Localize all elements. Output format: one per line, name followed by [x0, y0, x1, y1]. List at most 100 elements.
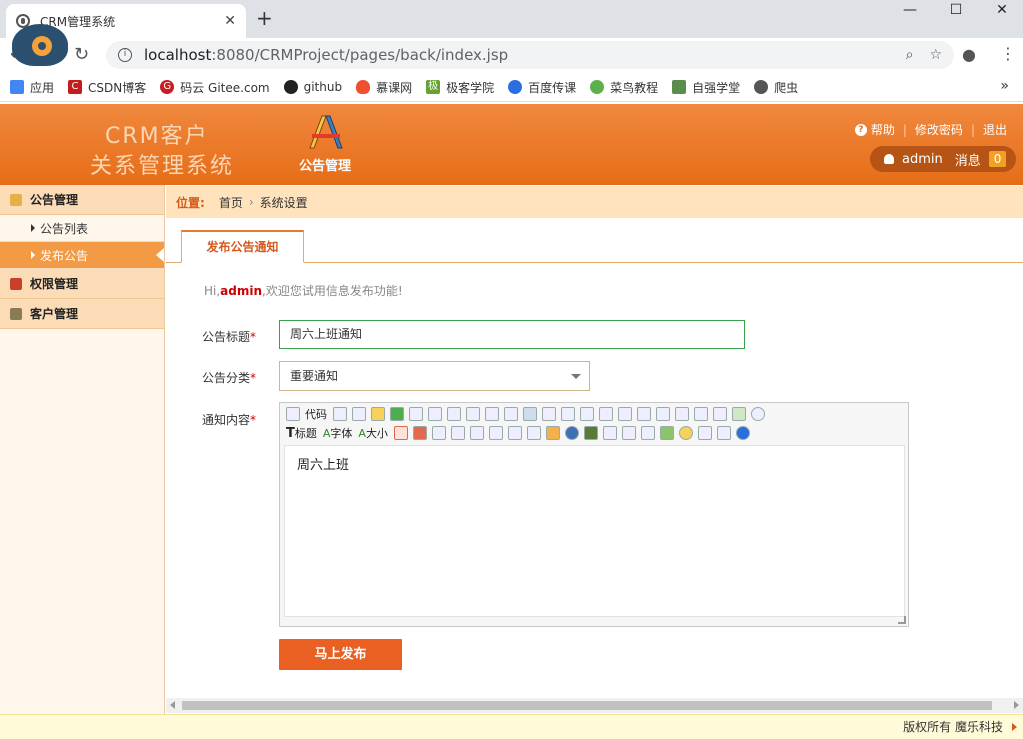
- bookmark-ziqiangxuetang[interactable]: 自强学堂: [672, 79, 740, 96]
- link-icon[interactable]: [697, 426, 712, 440]
- code-button[interactable]: 代码: [305, 406, 327, 422]
- cut-icon[interactable]: [428, 407, 442, 421]
- ordered-list-icon[interactable]: [599, 407, 613, 421]
- apps-icon: [10, 80, 24, 94]
- module-label[interactable]: 公告管理: [299, 155, 351, 174]
- align-left-icon[interactable]: [523, 407, 537, 421]
- superscript-icon[interactable]: [694, 407, 708, 421]
- messages-count-badge[interactable]: 0: [988, 151, 1007, 167]
- sidebar-group-permissions[interactable]: 权限管理: [0, 269, 164, 299]
- scroll-thumb[interactable]: [182, 701, 992, 710]
- outdent-icon[interactable]: [656, 407, 670, 421]
- category-value: 重要通知: [290, 369, 339, 383]
- change-password-link[interactable]: 修改密码: [915, 121, 963, 138]
- window-close-icon[interactable]: ✕: [979, 0, 1023, 24]
- subscript-icon[interactable]: [675, 407, 689, 421]
- indent-icon[interactable]: [637, 407, 651, 421]
- address-bar[interactable]: i localhost:8080/CRMProject/pages/back/i…: [106, 41, 954, 69]
- editor-content-area[interactable]: 周六上班: [284, 445, 905, 617]
- align-center-icon[interactable]: [542, 407, 556, 421]
- align-right-icon[interactable]: [561, 407, 575, 421]
- image-icon[interactable]: [545, 426, 560, 440]
- unlink-icon[interactable]: [716, 426, 731, 440]
- bookmark-apps[interactable]: 应用: [10, 79, 54, 96]
- paste-word-icon[interactable]: [504, 407, 518, 421]
- paste-icon[interactable]: [466, 407, 480, 421]
- scroll-right-icon[interactable]: [1014, 701, 1019, 709]
- username[interactable]: admin: [902, 152, 943, 167]
- italic-icon[interactable]: [450, 426, 465, 440]
- publish-button[interactable]: 马上发布: [279, 639, 402, 670]
- template-icon[interactable]: [352, 407, 366, 421]
- bookmark-gitee[interactable]: G 码云 Gitee.com: [160, 79, 270, 96]
- title-input[interactable]: 周六上班通知: [279, 320, 745, 349]
- redo-icon[interactable]: [390, 407, 404, 421]
- eraser-icon[interactable]: [507, 426, 522, 440]
- close-icon[interactable]: ✕: [224, 13, 236, 29]
- font-button[interactable]: A字体: [323, 425, 353, 441]
- help-link[interactable]: 帮助: [871, 121, 895, 138]
- bookmark-imooc[interactable]: 慕课网: [356, 79, 412, 96]
- heading-button[interactable]: T标题: [286, 425, 317, 441]
- bold-icon[interactable]: [431, 426, 446, 440]
- header-links: ? 帮助 | 修改密码 | 退出: [854, 121, 1007, 138]
- minimize-icon[interactable]: —: [887, 0, 933, 24]
- media-icon[interactable]: [583, 426, 598, 440]
- star-icon[interactable]: ☆: [929, 47, 942, 63]
- more-bookmarks-icon[interactable]: »: [1000, 78, 1009, 94]
- maximize-icon[interactable]: ☐: [933, 0, 979, 24]
- breadcrumb-home[interactable]: 首页: [219, 194, 243, 211]
- page-break-icon[interactable]: [659, 426, 674, 440]
- zoom-icon[interactable]: ⌕: [906, 47, 914, 63]
- unordered-list-icon[interactable]: [618, 407, 632, 421]
- about-icon[interactable]: [735, 426, 750, 440]
- sidebar-group-notice[interactable]: 公告管理: [0, 185, 164, 215]
- horizontal-rule-icon[interactable]: [621, 426, 636, 440]
- copy-icon[interactable]: [447, 407, 461, 421]
- flash-icon[interactable]: [564, 426, 579, 440]
- breadcrumb-current[interactable]: 系统设置: [260, 194, 308, 211]
- strikethrough-icon[interactable]: [488, 426, 503, 440]
- info-icon[interactable]: i: [118, 48, 132, 62]
- source-code-icon[interactable]: [286, 407, 300, 421]
- bookmark-runoob[interactable]: 菜鸟教程: [590, 79, 658, 96]
- bookmark-spider[interactable]: 爬虫: [754, 79, 798, 96]
- messages-link[interactable]: 消息: [955, 150, 981, 169]
- bookmark-github[interactable]: github: [283, 80, 342, 94]
- category-select[interactable]: 重要通知: [279, 361, 590, 391]
- print-icon[interactable]: [409, 407, 423, 421]
- logo-icon: [8, 14, 74, 74]
- underline-icon[interactable]: [469, 426, 484, 440]
- table-icon[interactable]: [602, 426, 617, 440]
- quick-format-icon[interactable]: [526, 426, 541, 440]
- highlight-color-icon[interactable]: [412, 426, 427, 440]
- clear-format-icon[interactable]: [713, 407, 727, 421]
- sidebar-group-customers[interactable]: 客户管理: [0, 299, 164, 329]
- scroll-left-icon[interactable]: [170, 701, 175, 709]
- bookmark-jikexueyuan[interactable]: 极极客学院: [426, 79, 494, 96]
- tab-publish-notice[interactable]: 发布公告通知: [181, 230, 304, 263]
- calendar-icon[interactable]: [732, 407, 746, 421]
- sidebar-item-notice-list[interactable]: 公告列表: [0, 215, 164, 242]
- horizontal-scrollbar[interactable]: [166, 698, 1023, 713]
- bookmark-baidu-chuanke[interactable]: 百度传课: [508, 79, 576, 96]
- align-justify-icon[interactable]: [580, 407, 594, 421]
- reload-icon[interactable]: ↻: [74, 44, 89, 65]
- size-button[interactable]: A大小: [358, 425, 388, 441]
- undo-icon[interactable]: [371, 407, 385, 421]
- profile-icon[interactable]: ●: [962, 45, 976, 64]
- emoticon-icon[interactable]: [678, 426, 693, 440]
- resize-handle-icon[interactable]: [898, 616, 906, 624]
- spellcheck-icon[interactable]: [640, 426, 655, 440]
- bookmark-csdn[interactable]: C CSDN博客: [68, 79, 146, 96]
- new-tab-icon[interactable]: +: [256, 6, 273, 30]
- select-all-icon[interactable]: [751, 407, 765, 421]
- logout-link[interactable]: 退出: [983, 121, 1007, 138]
- sidebar-item-publish-notice[interactable]: 发布公告: [0, 242, 164, 269]
- font-color-icon[interactable]: [393, 426, 408, 440]
- preview-icon[interactable]: [333, 407, 347, 421]
- paste-text-icon[interactable]: [485, 407, 499, 421]
- menu-icon[interactable]: ⋮: [1000, 44, 1016, 63]
- pencil-ruler-icon[interactable]: [306, 112, 346, 152]
- greeting-user: admin: [220, 284, 263, 298]
